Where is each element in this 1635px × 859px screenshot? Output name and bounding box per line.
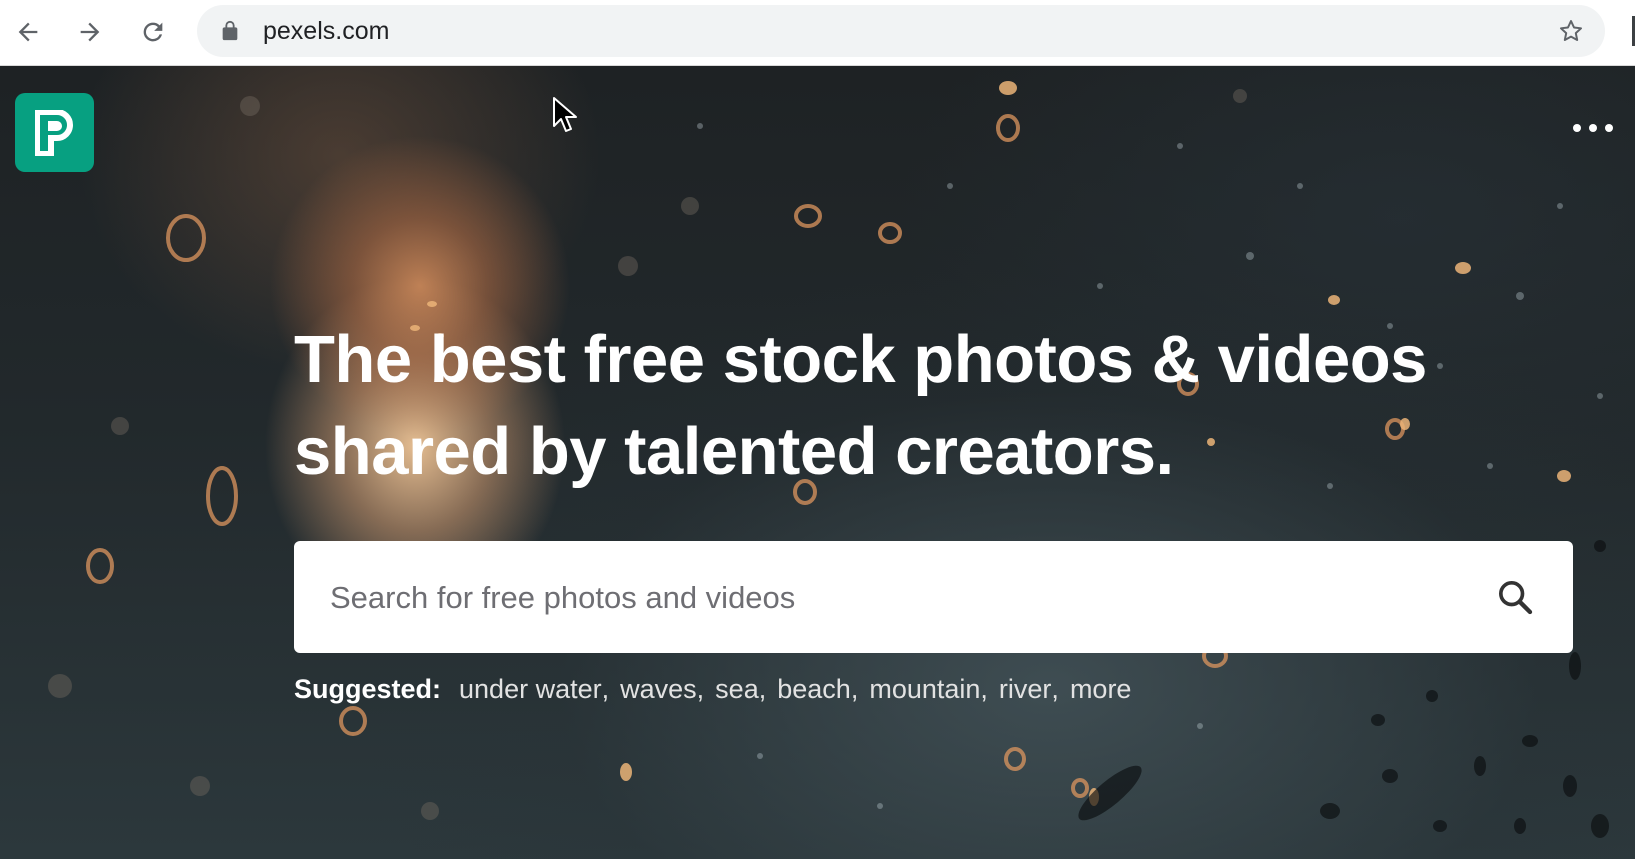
- more-dots-icon: [1573, 124, 1581, 132]
- suggested-label: Suggested:: [294, 674, 442, 704]
- tag-separator: ,: [758, 674, 767, 704]
- search-bar[interactable]: [294, 541, 1573, 653]
- back-button[interactable]: [8, 12, 48, 52]
- forward-button[interactable]: [70, 12, 110, 52]
- suggested-searches: Suggested: under water, waves, sea, beac…: [294, 674, 1131, 710]
- search-input[interactable]: [328, 571, 1462, 625]
- suggested-tag-beach[interactable]: beach: [777, 674, 851, 705]
- url-text[interactable]: pexels.com: [263, 18, 389, 44]
- suggested-tag-under-water[interactable]: under water: [459, 674, 602, 705]
- tag-separator: ,: [696, 674, 705, 704]
- lock-icon[interactable]: [219, 20, 241, 42]
- search-icon[interactable]: [1495, 577, 1535, 617]
- reload-button[interactable]: [133, 12, 173, 52]
- suggested-tag-more[interactable]: more: [1070, 674, 1132, 705]
- tag-separator: ,: [601, 674, 610, 704]
- tag-separator: ,: [850, 674, 859, 704]
- mouse-cursor-icon: [553, 97, 577, 132]
- reload-icon: [143, 22, 163, 42]
- suggested-tag-sea[interactable]: sea: [715, 674, 759, 705]
- tag-separator: ,: [1051, 674, 1059, 704]
- suggested-tag-river[interactable]: river: [999, 674, 1052, 705]
- hero-section: The best free stock photos & videos shar…: [0, 66, 1635, 859]
- address-bar[interactable]: pexels.com: [197, 5, 1605, 57]
- pexels-logo-icon: [34, 109, 73, 156]
- pexels-logo[interactable]: [15, 93, 94, 172]
- suggested-tag-mountain[interactable]: mountain: [869, 674, 980, 705]
- arrow-left-icon: [18, 22, 38, 42]
- tag-separator: ,: [980, 674, 988, 704]
- browser-toolbar: pexels.com: [0, 0, 1635, 66]
- arrow-right-icon: [80, 22, 100, 42]
- more-menu-button[interactable]: [1573, 116, 1613, 140]
- more-dots-icon-dot: [1589, 124, 1597, 132]
- star-icon[interactable]: [1557, 17, 1585, 45]
- hero-headline: The best free stock photos & videos shar…: [294, 322, 1427, 489]
- more-dots-icon-dot: [1605, 124, 1613, 132]
- suggested-tag-waves[interactable]: waves: [620, 674, 697, 705]
